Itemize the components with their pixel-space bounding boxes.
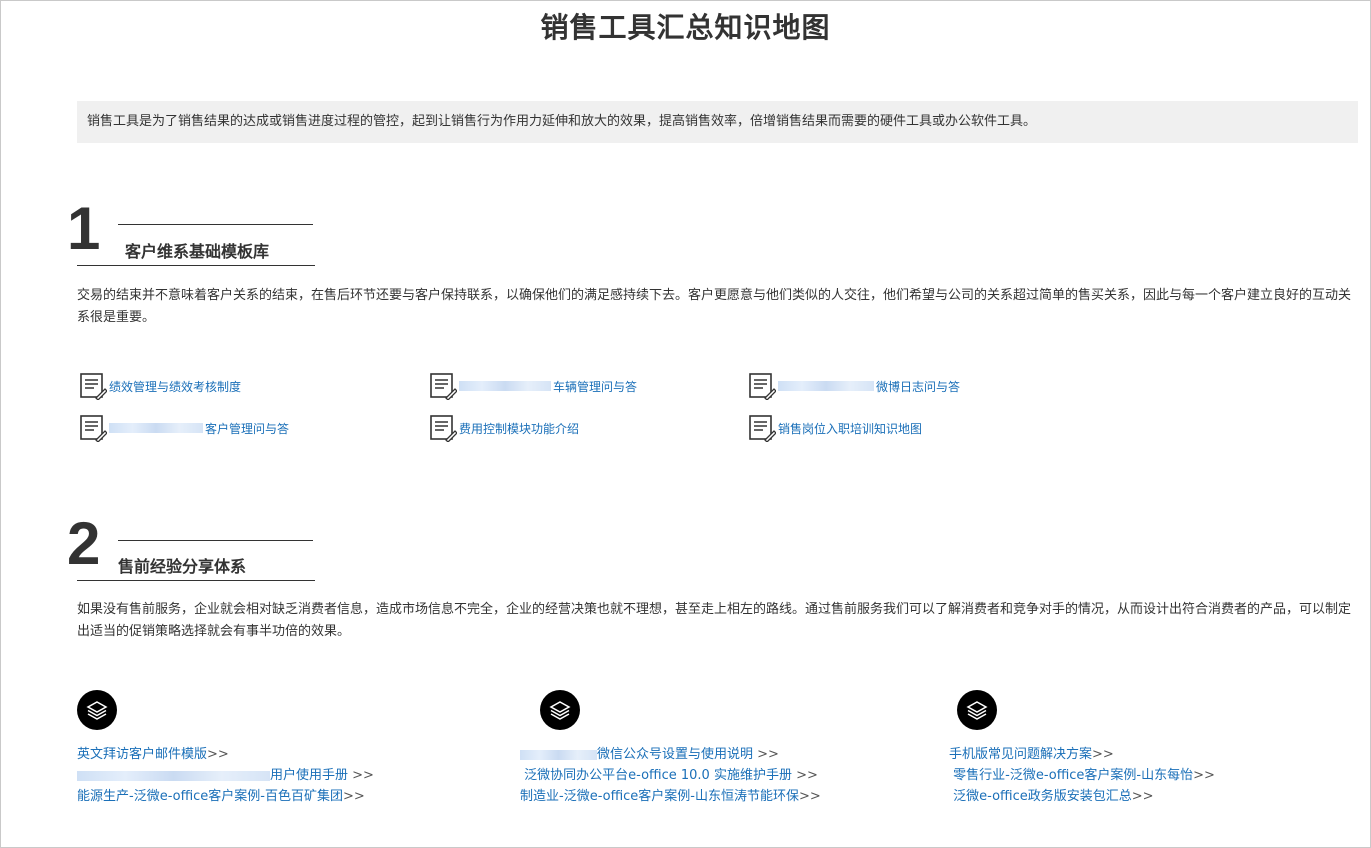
arrow-label: >> — [798, 789, 821, 804]
redacted-text — [520, 749, 597, 760]
link-list: 微信公众号设置与使用说明 >> 泛微协同办公平台e-office 10.0 实施… — [520, 744, 821, 807]
arrow-label: >> — [207, 747, 229, 762]
intro-box: 销售工具是为了销售结果的达成或销售进度过程的管控，起到让销售行为作用力延伸和放大… — [77, 101, 1358, 143]
doc-link-label[interactable]: 费用控制模块功能介绍 — [459, 420, 579, 437]
list-item[interactable]: 能源生产-泛微e-office客户案例-百色百矿集团>> — [77, 786, 374, 807]
section-description: 如果没有售前服务，企业就会相对缺乏消费者信息，造成市场信息不完全，企业的经营决策… — [77, 602, 1352, 639]
document-icon — [80, 415, 107, 442]
arrow-label: >> — [796, 768, 818, 783]
document-icon — [430, 373, 457, 400]
list-item[interactable]: 泛微e-office政务版安装包汇总>> — [949, 786, 1215, 807]
list-item[interactable]: 泛微协同办公平台e-office 10.0 实施维护手册 >> — [520, 765, 821, 786]
link-list: 英文拜访客户邮件模版>> 用户使用手册 >> 能源生产-泛微e-office客户… — [77, 744, 374, 807]
arrow-label: >> — [1131, 789, 1154, 804]
redacted-text — [778, 381, 874, 391]
layers-icon — [540, 690, 580, 730]
section-number: 2 — [67, 510, 101, 577]
list-item[interactable]: 手机版常见问题解决方案>> — [949, 744, 1215, 765]
document-icon — [430, 415, 457, 442]
doc-link-item[interactable]: 车辆管理问与答 — [429, 371, 637, 401]
link-label[interactable]: 能源生产-泛微e-office客户案例-百色百矿集团 — [77, 789, 343, 804]
doc-link-item[interactable]: 客户管理问与答 — [79, 413, 289, 443]
section-number: 1 — [67, 195, 101, 262]
doc-link-label[interactable]: 客户管理问与答 — [205, 420, 289, 437]
section-title: 售前经验分享体系 — [118, 557, 247, 576]
doc-link-item[interactable]: 销售岗位入职培训知识地图 — [748, 413, 922, 443]
layers-icon — [957, 690, 997, 730]
document-icon — [749, 415, 776, 442]
section-underline — [77, 265, 315, 266]
section-description: 交易的结束并不意味着客户关系的结束，在售后环节还要与客户保持联系，以确保他们的满… — [77, 288, 1352, 325]
doc-link-item[interactable]: 费用控制模块功能介绍 — [429, 413, 579, 443]
arrow-label: >> — [1092, 747, 1114, 762]
link-label[interactable]: 泛微e-office政务版安装包汇总 — [953, 789, 1132, 804]
doc-link-label[interactable]: 车辆管理问与答 — [553, 378, 637, 395]
doc-link-label[interactable]: 微博日志问与答 — [876, 378, 960, 395]
section-title: 客户维系基础模板库 — [125, 242, 270, 261]
section-divider — [118, 224, 313, 225]
list-item[interactable]: 零售行业-泛微e-office客户案例-山东每怡>> — [949, 765, 1215, 786]
list-item[interactable]: 微信公众号设置与使用说明 >> — [520, 744, 821, 765]
link-label[interactable]: 零售行业-泛微e-office客户案例-山东每怡 — [953, 768, 1193, 783]
doc-link-label[interactable]: 销售岗位入职培训知识地图 — [778, 420, 922, 437]
document-icon — [749, 373, 776, 400]
arrow-label: >> — [1193, 768, 1215, 783]
link-label[interactable]: 用户使用手册 — [270, 768, 348, 783]
redacted-text — [109, 423, 203, 433]
doc-link-item[interactable]: 微博日志问与答 — [748, 371, 960, 401]
link-label[interactable]: 微信公众号设置与使用说明 — [597, 747, 753, 762]
list-item[interactable]: 英文拜访客户邮件模版>> — [77, 744, 374, 765]
link-label[interactable]: 泛微协同办公平台e-office 10.0 实施维护手册 — [524, 768, 792, 783]
page-title: 销售工具汇总知识地图 — [540, 11, 831, 44]
link-label[interactable]: 英文拜访客户邮件模版 — [77, 747, 207, 762]
arrow-label: >> — [757, 747, 779, 762]
document-icon — [80, 373, 107, 400]
redacted-text — [77, 770, 270, 781]
arrow-label: >> — [342, 789, 365, 804]
link-list: 手机版常见问题解决方案>> 零售行业-泛微e-office客户案例-山东每怡>>… — [949, 744, 1215, 807]
link-label[interactable]: 手机版常见问题解决方案 — [949, 747, 1092, 762]
list-item[interactable]: 用户使用手册 >> — [77, 765, 374, 786]
section-divider — [118, 540, 313, 541]
doc-link-item[interactable]: 绩效管理与绩效考核制度 — [79, 371, 241, 401]
layers-icon — [77, 690, 117, 730]
link-label[interactable]: 制造业-泛微e-office客户案例-山东恒涛节能环保 — [520, 789, 799, 804]
list-item[interactable]: 制造业-泛微e-office客户案例-山东恒涛节能环保>> — [520, 786, 821, 807]
arrow-label: >> — [352, 768, 374, 783]
doc-link-label[interactable]: 绩效管理与绩效考核制度 — [109, 378, 241, 395]
redacted-text — [459, 381, 551, 391]
section-underline — [77, 580, 315, 581]
